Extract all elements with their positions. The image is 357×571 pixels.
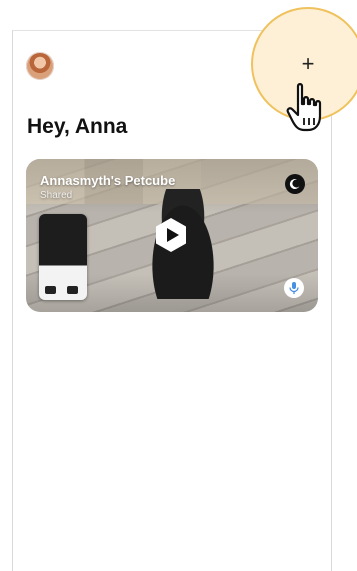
play-icon [156, 218, 186, 252]
avatar[interactable] [26, 52, 54, 80]
night-mode-button[interactable] [285, 174, 305, 194]
camera-title: Annasmyth's Petcube [40, 173, 176, 188]
camera-shared-label: Shared [40, 190, 73, 201]
device-slot-left [45, 286, 56, 294]
add-button[interactable]: + [293, 49, 323, 79]
microphone-icon [289, 282, 299, 294]
camera-card[interactable]: Annasmyth's Petcube Shared [26, 159, 318, 312]
hand-pointer-icon [286, 83, 322, 132]
moon-icon [289, 179, 300, 190]
microphone-button[interactable] [284, 278, 304, 298]
petcube-device-image [39, 214, 87, 300]
device-slot-right [67, 286, 78, 294]
greeting-title: Hey, Anna [27, 115, 128, 138]
play-button[interactable] [154, 217, 188, 253]
